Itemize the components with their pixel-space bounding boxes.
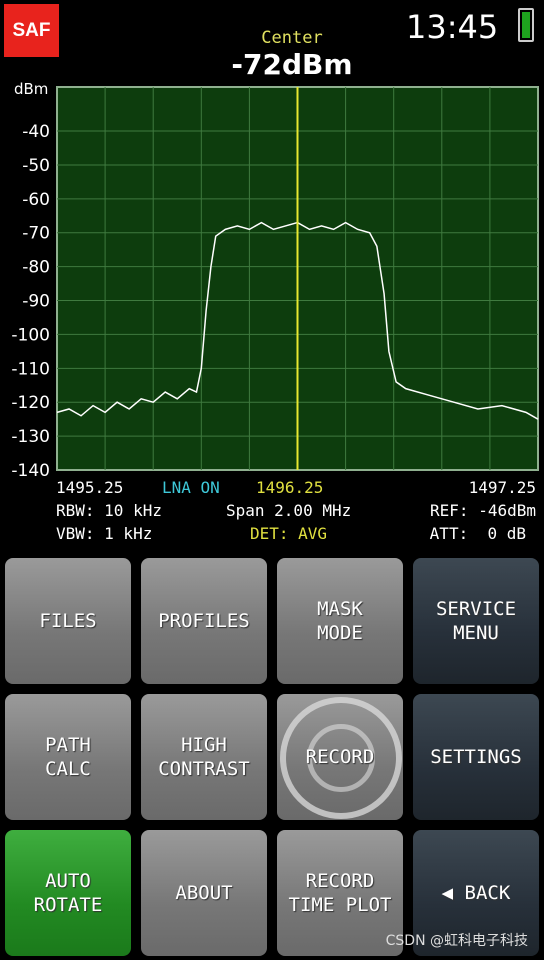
span: Span 2.00 MHz [226, 501, 352, 520]
watermark: CSDN @虹科电子科技 [385, 933, 528, 949]
button-label: ABOUT [175, 882, 233, 904]
stop-frequency: 1497.25 [468, 478, 536, 497]
y-tick-label: -70 [22, 224, 50, 244]
button-label: SETTINGS [430, 746, 522, 768]
button-label: SERVICE MENU [435, 598, 517, 644]
y-tick-label: -40 [22, 122, 50, 142]
button-label: RECORD TIME PLOT [288, 870, 392, 916]
ref-level: REF: -46dBm [430, 501, 536, 520]
service-menu-button[interactable]: SERVICE MENU [413, 558, 539, 684]
record-button[interactable]: RECORD [277, 694, 403, 820]
y-tick-label: -130 [11, 427, 50, 447]
y-tick-label: -90 [22, 292, 50, 312]
button-label: MASK MODE [317, 598, 363, 644]
settings-button[interactable]: SETTINGS [413, 694, 539, 820]
files-button[interactable]: FILES [5, 558, 131, 684]
high-contrast-button[interactable]: HIGH CONTRAST [141, 694, 267, 820]
start-frequency: 1495.25 [56, 478, 124, 497]
y-tick-label: -60 [22, 190, 50, 210]
button-label: FILES [39, 610, 97, 632]
spectrum-plot: -40 -50 -60 -70 -80 -90 -100 -110 -120 -130 -140 dB… [11, 80, 539, 478]
profiles-button[interactable]: PROFILES [141, 558, 267, 684]
center-frequency: 1496.25 [256, 478, 324, 497]
button-label: PROFILES [158, 610, 250, 632]
button-label: RECORD [305, 746, 375, 768]
record-time-plot-button[interactable]: RECORD TIME PLOT [277, 830, 403, 956]
rbw: RBW: 10 kHz [56, 501, 162, 520]
center-value: -72dBm [231, 48, 353, 81]
about-button[interactable]: ABOUT [141, 830, 267, 956]
button-label: PATH CALC [45, 734, 91, 780]
y-tick-label: -50 [22, 156, 50, 176]
y-tick-label: -120 [11, 393, 50, 413]
attenuation: ATT: 0 dB [429, 524, 526, 543]
mask-mode-button[interactable]: MASK MODE [277, 558, 403, 684]
vbw: VBW: 1 kHz [56, 524, 153, 543]
button-label: AUTO ROTATE [33, 870, 103, 916]
battery-icon [518, 8, 534, 42]
y-tick-label: -140 [11, 461, 50, 478]
y-tick-label: -110 [11, 359, 50, 379]
y-tick-label: -100 [11, 325, 50, 345]
clock: 13:45 [406, 8, 499, 46]
detector: DET: AVG [250, 524, 328, 543]
button-label: HIGH CONTRAST [158, 734, 250, 780]
button-label: ◀ BACK [441, 882, 511, 904]
lna-status: LNA ON [162, 478, 220, 497]
y-tick-label: -80 [22, 258, 50, 278]
auto-rotate-button[interactable]: AUTO ROTATE [5, 830, 131, 956]
y-axis-label: dBm [14, 80, 48, 98]
path-calc-button[interactable]: PATH CALC [5, 694, 131, 820]
